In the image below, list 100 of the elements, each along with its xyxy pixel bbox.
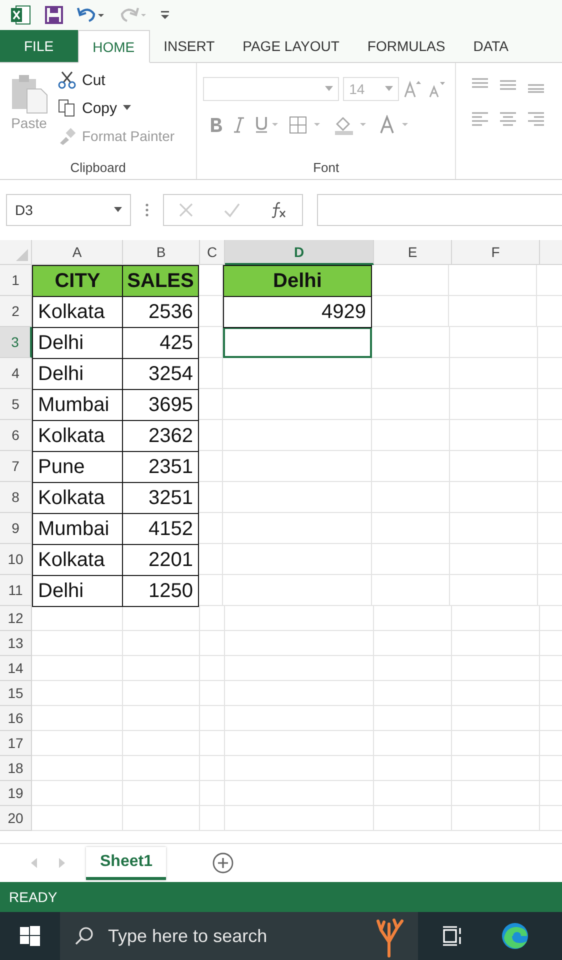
table-cell	[198, 513, 223, 544]
row-header[interactable]: 19	[0, 781, 32, 806]
ribbon-tab[interactable]: FILE	[0, 30, 78, 62]
row-header[interactable]: 6	[0, 420, 32, 451]
ribbon-tab[interactable]: FORMULAS	[353, 30, 460, 62]
row-header[interactable]: 4	[0, 358, 32, 389]
row-header[interactable]: 8	[0, 482, 32, 513]
column-header[interactable]: B	[123, 240, 200, 265]
row-header[interactable]: 16	[0, 706, 32, 731]
table-cell	[200, 706, 225, 731]
name-box[interactable]: D3	[6, 194, 131, 226]
table-cell	[200, 631, 225, 656]
caret-icon	[325, 86, 334, 92]
align-right-icon[interactable]	[526, 111, 546, 127]
cut-button[interactable]: Cut	[58, 69, 175, 91]
table-cell	[198, 358, 223, 389]
table-cell: 4929	[223, 296, 372, 328]
clipboard-icon	[9, 73, 49, 115]
underline-icon[interactable]	[255, 116, 280, 134]
table-cell: Delhi	[223, 265, 372, 297]
table-cell	[198, 451, 223, 482]
excel-logo-icon[interactable]	[10, 4, 32, 26]
undo-icon[interactable]	[76, 5, 106, 25]
cancel-icon[interactable]	[178, 202, 194, 218]
more-icon	[145, 203, 149, 217]
column-header[interactable]: F	[452, 240, 540, 265]
row-header[interactable]: 20	[0, 806, 32, 831]
column-header[interactable]: A	[32, 240, 123, 265]
paste-label: Paste	[11, 115, 47, 131]
table-cell	[200, 731, 225, 756]
formula-input[interactable]	[317, 194, 562, 226]
status-text: READY	[9, 889, 58, 905]
row-header[interactable]: 7	[0, 451, 32, 482]
row-header[interactable]: 2	[0, 296, 32, 327]
grow-font-icon[interactable]	[403, 79, 424, 99]
table-cell: CITY	[32, 265, 123, 297]
table-cell	[200, 806, 225, 831]
table-cell	[200, 681, 225, 706]
table-cell	[198, 575, 223, 606]
bold-icon[interactable]	[209, 117, 224, 133]
center-icon[interactable]	[498, 111, 518, 127]
caret-icon	[114, 207, 122, 213]
caret-icon	[123, 105, 132, 111]
paintbrush-icon	[58, 127, 76, 145]
table-cell	[198, 389, 223, 420]
table-cell	[198, 544, 223, 575]
row-header[interactable]: 18	[0, 756, 32, 781]
row-header[interactable]: 10	[0, 544, 32, 575]
table-cell	[200, 756, 225, 781]
redo-icon[interactable]	[118, 5, 148, 25]
table-cell: SALES	[122, 265, 199, 297]
search-field[interactable]: Type here to search	[60, 912, 418, 960]
table-cell	[200, 606, 225, 631]
column-header[interactable]: E	[374, 240, 452, 265]
group-label: Clipboard	[69, 160, 127, 175]
row-header[interactable]: 13	[0, 631, 32, 656]
scroll-left-icon[interactable]	[30, 858, 38, 868]
table-cell	[198, 327, 223, 358]
copy-icon	[58, 99, 76, 117]
sheet-tab[interactable]: Sheet1	[86, 846, 166, 880]
ribbon-tab[interactable]: PAGE LAYOUT	[228, 30, 354, 62]
row-header[interactable]: 1	[0, 265, 32, 296]
table-cell: Delhi	[32, 575, 123, 607]
table-cell	[200, 781, 225, 806]
row-header[interactable]: 3	[0, 327, 32, 358]
edge-browser-icon[interactable]	[500, 921, 530, 951]
active-cell[interactable]	[223, 327, 372, 358]
column-header[interactable]: C	[200, 240, 225, 265]
row-header[interactable]: 9	[0, 513, 32, 544]
table-cell	[198, 296, 223, 327]
row-header[interactable]: 12	[0, 606, 32, 631]
font-name-dropdown[interactable]	[203, 77, 340, 101]
table-cell	[198, 482, 223, 513]
table-cell: 1250	[122, 575, 199, 607]
task-view-icon[interactable]	[442, 926, 464, 946]
row-header[interactable]: 14	[0, 656, 32, 681]
row-header[interactable]: 15	[0, 681, 32, 706]
shrink-font-icon[interactable]	[427, 79, 448, 99]
add-sheet-icon[interactable]	[212, 852, 234, 874]
row-header[interactable]: 17	[0, 731, 32, 756]
row-header[interactable]: 11	[0, 575, 32, 606]
enter-icon[interactable]	[222, 202, 241, 218]
triangle-icon	[16, 249, 28, 261]
customize-menu-icon[interactable]	[160, 9, 170, 21]
caret-icon	[385, 86, 394, 92]
table-cell	[198, 420, 223, 451]
scroll-right-icon[interactable]	[58, 858, 66, 868]
ribbon-tab[interactable]: DATA	[459, 30, 522, 62]
ribbon-tab[interactable]: HOME	[78, 30, 150, 63]
column-header[interactable]: D	[225, 240, 374, 265]
row-header[interactable]: 5	[0, 389, 32, 420]
select-all-corner[interactable]	[0, 240, 32, 265]
windows-start-icon[interactable]	[20, 926, 40, 946]
ribbon-tab[interactable]: INSERT	[150, 30, 229, 62]
save-icon[interactable]	[44, 5, 64, 25]
align-left-icon[interactable]	[470, 111, 490, 127]
copy-button[interactable]: Copy	[58, 97, 175, 119]
italic-icon[interactable]	[233, 117, 246, 133]
insert-function-icon[interactable]	[270, 201, 288, 219]
table-cell	[200, 656, 225, 681]
